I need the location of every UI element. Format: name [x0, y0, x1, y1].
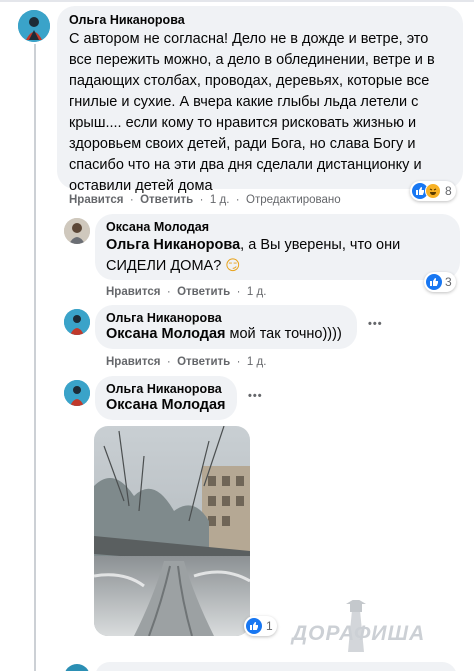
comment-text: Ольга Никанорова, а Вы уверены, что они … [106, 237, 401, 274]
edited-label: Отредактировано [246, 194, 341, 206]
reply-link[interactable]: Ответить [140, 194, 193, 206]
comment-author[interactable]: Оксана Молодая [106, 220, 449, 234]
like-link[interactable]: Нравится [69, 194, 123, 206]
reactions-count: 1 [266, 619, 273, 633]
comment-text: С автором не согласна! Дело не в дожде и… [69, 29, 451, 197]
comment-author[interactable]: Ольга Никанорова [106, 382, 226, 396]
icy-street-photo [94, 426, 250, 636]
mention-link[interactable]: Оксана Молодая [106, 326, 226, 342]
watermark-logo: ДОРАФИША [290, 598, 465, 660]
avatar-photo-icon [18, 10, 50, 42]
reactions-badge[interactable]: 3 [424, 272, 456, 292]
avatar[interactable] [64, 309, 90, 335]
reactions-count: 8 [445, 184, 452, 198]
comment-bubble: Ольга Никанорова Оксана Молодая [95, 376, 237, 420]
haha-reaction-icon [425, 183, 441, 199]
reactions-badge[interactable]: 1 [244, 616, 277, 636]
comment-bubble: Оксана Молодая Ольга Никанорова, а Вы ув… [95, 214, 460, 280]
comment-time[interactable]: 1 д. [247, 286, 267, 298]
avatar-photo-icon [64, 218, 90, 244]
comment-line: гнилые и сухие. А вчера какие глыбы льда… [69, 94, 419, 110]
comment-line: спасибо что на эти два дня сделали диста… [69, 157, 422, 173]
comment-author[interactable]: Ольга Никанорова [106, 311, 346, 325]
comment-actions: Нравится · Ответить · 1 д. · Отредактиро… [69, 194, 341, 206]
comment-actions: Нравится · Ответить · 1 д. [106, 286, 267, 298]
comment-photo[interactable] [94, 426, 250, 636]
reactions-badge[interactable]: 8 [410, 181, 456, 201]
comment-time[interactable]: 1 д. [210, 194, 230, 206]
reply-link[interactable]: Ответить [177, 356, 230, 368]
like-link[interactable]: Нравится [106, 286, 160, 298]
avatar[interactable] [64, 218, 90, 244]
comment-bubble [95, 662, 457, 671]
comment-line: падающих столбах, проводах, деревьях, ко… [69, 73, 430, 89]
avatar[interactable] [18, 10, 50, 42]
comment-line: С автором не согласна! Дело не в дожде и… [69, 31, 429, 47]
comment-bubble: Ольга Никанорова С автором не согласна! … [57, 6, 463, 194]
comment-line: крыш.... если кому то нравится рисковать… [69, 115, 417, 131]
comment-time[interactable]: 1 д. [247, 356, 267, 368]
avatar-photo-icon [64, 309, 90, 335]
like-reaction-icon [426, 274, 442, 290]
more-options-icon[interactable]: ••• [368, 318, 383, 330]
mention-link[interactable]: Ольга Никанорова [106, 237, 240, 253]
watermark-text: ДОРАФИША [292, 622, 426, 645]
reply-link[interactable]: Ответить [177, 286, 230, 298]
top-edge [0, 0, 474, 2]
like-reaction-icon [246, 618, 262, 634]
avatar[interactable] [64, 380, 90, 406]
comment-text: Оксана Молодая мой так точно)))) [106, 326, 342, 342]
like-link[interactable]: Нравится [106, 356, 160, 368]
avatar[interactable] [64, 664, 90, 671]
smirk-emoji: 😏 [225, 258, 241, 274]
comment-line: здоровьем своих детей, ради Бога, но сла… [69, 136, 416, 152]
comment-bubble: Ольга Никанорова Оксана Молодая мой так … [95, 305, 357, 349]
comment-line: все пережить можно, а дело в облединении… [69, 52, 435, 68]
comment-actions: Нравится · Ответить · 1 д. [106, 356, 267, 368]
more-options-icon[interactable]: ••• [248, 390, 263, 402]
comment-author[interactable]: Ольга Никанорова [69, 13, 451, 27]
avatar-photo-icon [64, 380, 90, 406]
reactions-count: 3 [445, 275, 452, 289]
mention-link[interactable]: Оксана Молодая [106, 397, 226, 413]
thread-line [34, 44, 36, 671]
comment-text: Оксана Молодая [106, 396, 226, 415]
